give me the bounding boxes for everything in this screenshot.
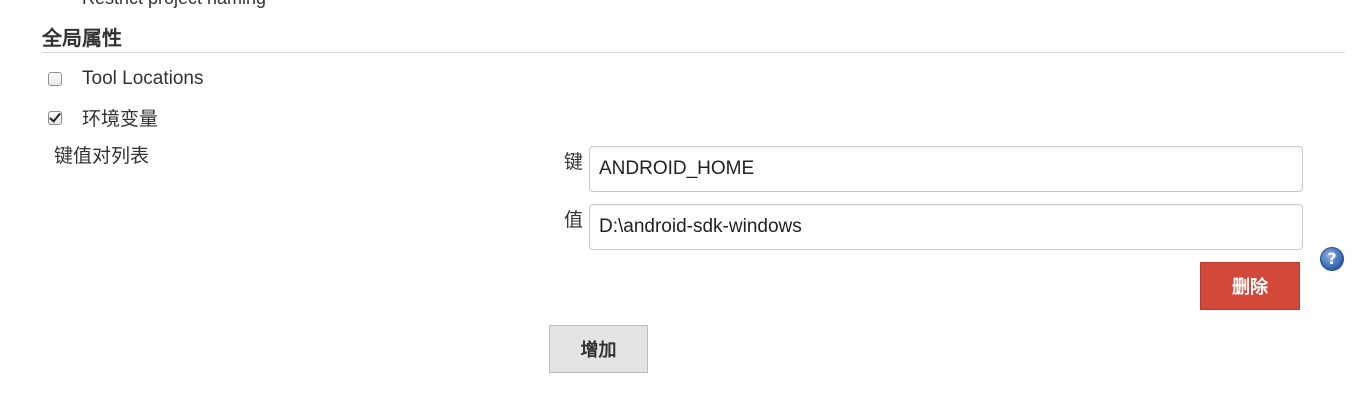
delete-button[interactable]: 删除 [1200,262,1300,310]
option-environment-variables[interactable]: 环境变量 [48,104,158,131]
environment-variables-label: 环境变量 [82,109,159,130]
add-button[interactable]: 增加 [549,325,648,373]
value-label: 值 [564,210,584,231]
option-tool-locations[interactable]: Tool Locations [48,68,203,90]
section-title: 全局属性 [42,28,122,50]
global-properties-page: Restrict project naming 全局属性 Tool Locati… [0,0,1366,403]
key-input[interactable] [589,146,1303,192]
environment-variables-checkbox[interactable] [48,110,62,125]
question-icon[interactable]: ? [1320,247,1344,271]
key-value-list-label: 键值对列表 [54,146,150,167]
tool-locations-checkbox[interactable] [48,72,62,86]
restrict-project-naming-label: Restrict project naming [82,0,266,9]
value-input[interactable] [589,204,1303,250]
section-divider [42,52,1345,53]
tool-locations-label: Tool Locations [82,68,204,89]
key-label: 键 [564,152,584,173]
